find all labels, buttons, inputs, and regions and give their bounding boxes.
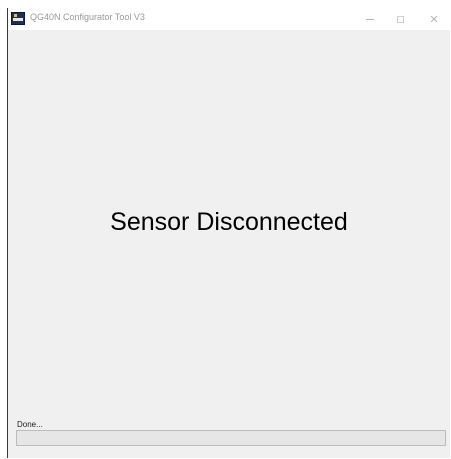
maximize-icon [396, 15, 404, 23]
minimize-button[interactable] [355, 8, 385, 30]
app-logo-icon[interactable] [11, 12, 25, 25]
maximize-button[interactable] [385, 8, 415, 30]
title-bar[interactable]: QG40N Configurator Tool V3 ✕ [8, 8, 450, 30]
close-icon: ✕ [429, 12, 439, 26]
app-logo-band [13, 18, 23, 21]
progress-bar [16, 430, 446, 446]
close-button[interactable]: ✕ [419, 8, 449, 30]
minimize-icon [366, 18, 374, 20]
sensor-status-message: Sensor Disconnected [110, 208, 348, 236]
window-title: QG40N Configurator Tool V3 [30, 12, 145, 22]
app-window: QG40N Configurator Tool V3 ✕ Sensor Disc… [7, 8, 450, 458]
app-logo-dot [14, 14, 17, 17]
status-label: Done... [17, 420, 43, 429]
